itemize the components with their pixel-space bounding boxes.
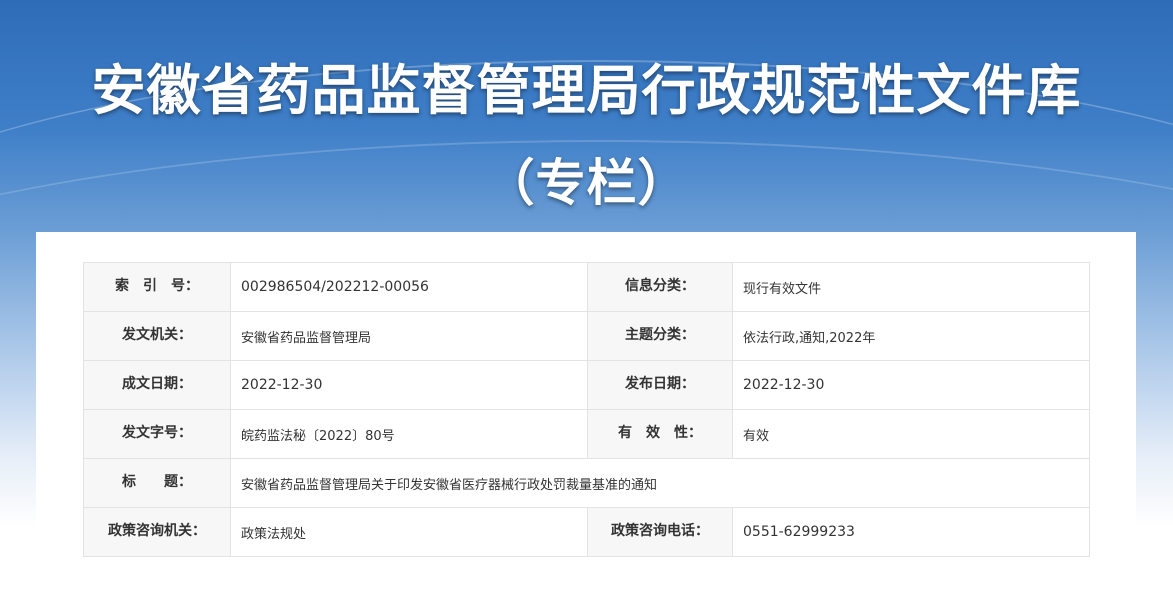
written-date-value: 2022-12-30 bbox=[230, 360, 588, 410]
issuing-authority-label: 发文机关： bbox=[83, 311, 231, 361]
issuing-authority-value: 安徽省药品监督管理局 bbox=[230, 311, 588, 361]
table-row: 发文字号： 皖药监法秘〔2022〕80号 有 效 性： 有效 bbox=[83, 409, 1090, 459]
consult-phone-label: 政策咨询电话： bbox=[587, 507, 733, 557]
index-number-value: 002986504/202212-00056 bbox=[230, 262, 588, 312]
written-date-label: 成文日期： bbox=[83, 360, 231, 410]
validity-label: 有 效 性： bbox=[587, 409, 733, 459]
consult-phone-value: 0551-62999233 bbox=[732, 507, 1090, 557]
document-info-table: 索 引 号： 002986504/202212-00056 信息分类： 现行有效… bbox=[83, 262, 1090, 557]
page-subtitle: （专栏） bbox=[484, 154, 689, 212]
topic-category-value: 依法行政,通知,2022年 bbox=[732, 311, 1090, 361]
info-category-label: 信息分类： bbox=[587, 262, 733, 312]
info-category-value: 现行有效文件 bbox=[732, 262, 1090, 312]
document-title-label: 标 题： bbox=[83, 458, 231, 508]
table-row: 标 题： 安徽省药品监督管理局关于印发安徽省医疗器械行政处罚裁量基准的通知 bbox=[83, 458, 1090, 508]
table-row: 索 引 号： 002986504/202212-00056 信息分类： 现行有效… bbox=[83, 262, 1090, 312]
publish-date-value: 2022-12-30 bbox=[732, 360, 1090, 410]
validity-value: 有效 bbox=[732, 409, 1090, 459]
consult-authority-value: 政策法规处 bbox=[230, 507, 588, 557]
consult-authority-label: 政策咨询机关： bbox=[83, 507, 231, 557]
page-title: 安徽省药品监督管理局行政规范性文件库 bbox=[91, 59, 1082, 122]
document-number-value: 皖药监法秘〔2022〕80号 bbox=[230, 409, 588, 459]
index-number-label: 索 引 号： bbox=[83, 262, 231, 312]
table-row: 政策咨询机关： 政策法规处 政策咨询电话： 0551-62999233 bbox=[83, 507, 1090, 557]
table-row: 发文机关： 安徽省药品监督管理局 主题分类： 依法行政,通知,2022年 bbox=[83, 311, 1090, 361]
document-info-card: 索 引 号： 002986504/202212-00056 信息分类： 现行有效… bbox=[36, 232, 1136, 592]
topic-category-label: 主题分类： bbox=[587, 311, 733, 361]
table-row: 成文日期： 2022-12-30 发布日期： 2022-12-30 bbox=[83, 360, 1090, 410]
document-title-value: 安徽省药品监督管理局关于印发安徽省医疗器械行政处罚裁量基准的通知 bbox=[230, 458, 1090, 508]
document-number-label: 发文字号： bbox=[83, 409, 231, 459]
publish-date-label: 发布日期： bbox=[587, 360, 733, 410]
